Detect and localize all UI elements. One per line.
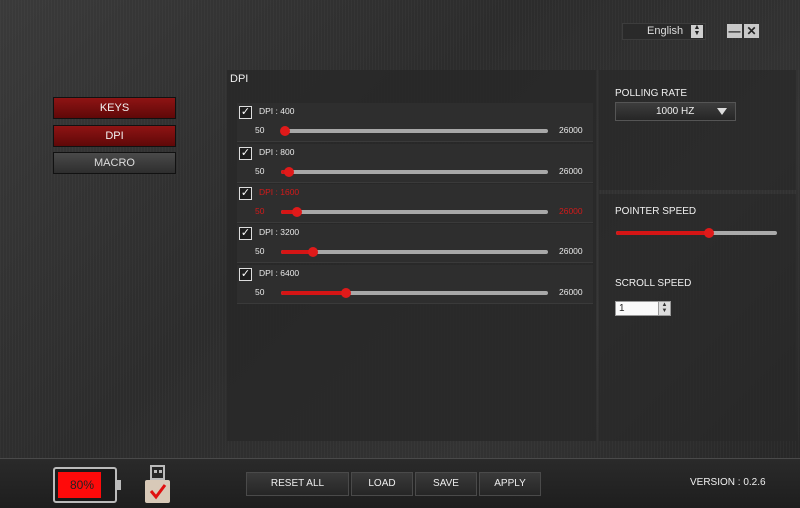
scroll-speed-spinner-icon[interactable]: ▲ ▼ bbox=[658, 302, 670, 315]
polling-rate-title: POLLING RATE bbox=[615, 88, 688, 99]
dpi-row-label: DPI : 3200 bbox=[259, 227, 300, 237]
pointer-speed-fill bbox=[616, 231, 710, 235]
dpi-max-label: 26000 bbox=[559, 166, 583, 176]
dpi-max-label: 26000 bbox=[559, 246, 583, 256]
minimize-button[interactable]: — bbox=[727, 24, 742, 38]
close-button[interactable]: ✕ bbox=[744, 24, 759, 38]
dpi-min-label: 50 bbox=[255, 166, 265, 176]
dpi-slider[interactable] bbox=[281, 207, 548, 217]
dpi-max-label: 26000 bbox=[559, 287, 583, 297]
dpi-min-label: 50 bbox=[255, 206, 265, 216]
dpi-slider-handle[interactable] bbox=[283, 167, 294, 177]
polling-rate-panel: POLLING RATE 1000 HZ bbox=[599, 70, 796, 190]
polling-rate-value: 1000 HZ bbox=[656, 106, 695, 117]
dpi-slider-handle[interactable] bbox=[341, 288, 352, 298]
dpi-slider[interactable] bbox=[281, 288, 548, 298]
dpi-enable-checkbox[interactable]: ✓ bbox=[239, 147, 252, 160]
dpi-row-label: DPI : 6400 bbox=[259, 268, 300, 278]
dpi-slider[interactable] bbox=[281, 247, 548, 257]
dpi-slider-handle[interactable] bbox=[308, 247, 319, 257]
dpi-slider[interactable] bbox=[281, 167, 548, 177]
save-button[interactable]: SAVE bbox=[415, 472, 477, 496]
dpi-panel: DPI ✓ DPI : 400 50 26000 ✓ DPI : 800 50 26000 ✓ D… bbox=[227, 70, 596, 441]
dpi-max-label: 26000 bbox=[559, 125, 583, 135]
speed-panel: POINTER SPEED SCROLL SPEED 1 ▲ ▼ bbox=[599, 194, 796, 441]
dpi-row-label: DPI : 800 bbox=[259, 147, 295, 157]
battery-indicator: 80% bbox=[53, 467, 121, 503]
version-label: VERSION : 0.2.6 bbox=[690, 477, 766, 488]
pointer-speed-title: POINTER SPEED bbox=[615, 206, 697, 217]
scroll-speed-value: 1 bbox=[619, 303, 625, 314]
menu-dpi-button[interactable]: DPI bbox=[53, 125, 176, 147]
usb-connected-icon bbox=[145, 465, 170, 503]
dpi-row: ✓ DPI : 3200 50 26000 bbox=[237, 224, 593, 263]
dpi-max-label: 26000 bbox=[559, 206, 583, 216]
dpi-min-label: 50 bbox=[255, 287, 265, 297]
dpi-min-label: 50 bbox=[255, 246, 265, 256]
dpi-row-label: DPI : 1600 bbox=[259, 187, 300, 197]
polling-rate-dropdown[interactable]: 1000 HZ bbox=[615, 102, 736, 121]
dpi-slider[interactable] bbox=[279, 126, 548, 136]
pointer-speed-handle[interactable] bbox=[704, 228, 715, 238]
battery-percent: 80% bbox=[69, 478, 95, 492]
language-value: English bbox=[647, 25, 684, 37]
menu-macro-button[interactable]: MACRO bbox=[53, 152, 176, 174]
reset-all-button[interactable]: RESET ALL bbox=[246, 472, 349, 496]
battery-nub bbox=[117, 480, 121, 490]
scroll-speed-input[interactable]: 1 ▲ ▼ bbox=[615, 301, 671, 316]
dpi-enable-checkbox[interactable]: ✓ bbox=[239, 227, 252, 240]
scroll-speed-title: SCROLL SPEED bbox=[615, 278, 692, 289]
dpi-enable-checkbox[interactable]: ✓ bbox=[239, 268, 252, 281]
dpi-slider-fill bbox=[281, 291, 347, 295]
language-spinner-icon[interactable]: ▲ ▼ bbox=[691, 24, 703, 38]
dpi-slider-handle[interactable] bbox=[291, 207, 302, 217]
apply-button[interactable]: APPLY bbox=[479, 472, 541, 496]
load-button[interactable]: LOAD bbox=[351, 472, 413, 496]
dpi-enable-checkbox[interactable]: ✓ bbox=[239, 187, 252, 200]
language-select[interactable]: English ▲ ▼ bbox=[622, 23, 706, 40]
dpi-row-label: DPI : 400 bbox=[259, 106, 295, 116]
dpi-panel-title: DPI bbox=[230, 73, 249, 85]
dpi-enable-checkbox[interactable]: ✓ bbox=[239, 106, 252, 119]
dpi-min-label: 50 bbox=[255, 125, 265, 135]
menu-keys-button[interactable]: KEYS bbox=[53, 97, 176, 119]
pointer-speed-slider[interactable] bbox=[616, 228, 777, 238]
dpi-row: ✓ DPI : 800 50 26000 bbox=[237, 144, 593, 183]
dpi-row: ✓ DPI : 6400 50 26000 bbox=[237, 265, 593, 304]
dpi-slider-handle[interactable] bbox=[279, 126, 290, 136]
dpi-row: ✓ DPI : 400 50 26000 bbox=[237, 103, 593, 142]
chevron-down-icon bbox=[717, 108, 727, 115]
dpi-row: ✓ DPI : 1600 50 26000 bbox=[237, 184, 593, 223]
